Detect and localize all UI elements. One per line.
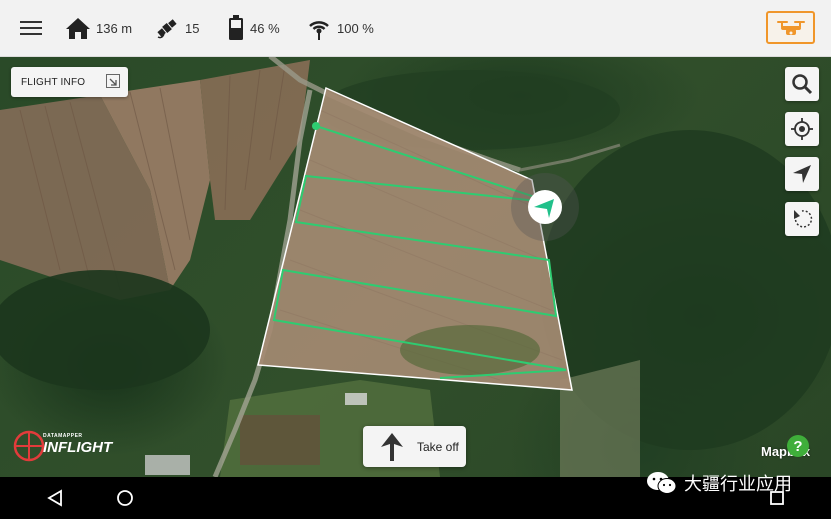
home-distance-value: 136 m xyxy=(96,20,133,36)
satellite-icon xyxy=(157,19,177,39)
logo-title: INFLIGHT xyxy=(43,439,113,456)
home-icon xyxy=(66,18,90,39)
home-distance-status: 136 m xyxy=(66,0,132,56)
circle-home-icon xyxy=(117,490,133,506)
rotate-map-button[interactable] xyxy=(785,202,819,236)
building xyxy=(345,393,367,405)
takeoff-label: Take off xyxy=(417,439,459,454)
status-bar: 136 m 15 46 % 100 % xyxy=(0,0,831,57)
satellite-status: 15 xyxy=(155,0,199,56)
locate-button[interactable] xyxy=(785,112,819,146)
wechat-watermark: 大疆行业应用 xyxy=(646,470,792,496)
back-button[interactable] xyxy=(40,477,70,519)
battery-icon xyxy=(229,15,243,40)
signal-icon xyxy=(309,21,329,40)
wechat-icon xyxy=(647,472,677,494)
flight-start-point xyxy=(312,122,320,130)
satellite-map[interactable]: Mapbox xyxy=(0,56,831,477)
help-button[interactable]: ? xyxy=(787,435,809,457)
satellite-count: 15 xyxy=(185,20,200,36)
signal-value: 100 % xyxy=(337,20,374,36)
search-icon xyxy=(792,74,813,95)
navigate-icon xyxy=(793,165,811,183)
back-icon xyxy=(47,489,62,507)
menu-button[interactable] xyxy=(20,0,42,56)
search-button[interactable] xyxy=(785,67,819,101)
clearing xyxy=(560,360,640,477)
locate-icon xyxy=(791,118,813,140)
flight-info-button[interactable]: FLIGHT INFO xyxy=(11,67,128,97)
tree-patch xyxy=(400,325,540,375)
map-canvas xyxy=(0,56,831,477)
aircraft-button[interactable] xyxy=(766,11,815,44)
building xyxy=(145,455,190,475)
datamapper-inflight-logo: DATAMAPPER INFLIGHT xyxy=(13,428,123,466)
forest xyxy=(0,270,210,390)
home-nav-button[interactable] xyxy=(110,477,140,519)
dirt-patch xyxy=(240,415,320,465)
takeoff-button[interactable]: Take off xyxy=(363,426,466,467)
arrow-up-icon xyxy=(381,432,403,461)
flight-info-label: FLIGHT INFO xyxy=(21,76,86,88)
battery-status: 46 % xyxy=(228,0,280,56)
rotate-icon xyxy=(794,210,813,228)
watermark-text: 大疆行业应用 xyxy=(684,474,792,494)
menu-icon xyxy=(20,21,42,35)
expand-icon xyxy=(106,74,120,88)
battery-value: 46 % xyxy=(250,20,280,36)
drone-icon xyxy=(776,20,805,35)
navigate-button[interactable] xyxy=(785,157,819,191)
signal-status: 100 % xyxy=(307,0,374,56)
